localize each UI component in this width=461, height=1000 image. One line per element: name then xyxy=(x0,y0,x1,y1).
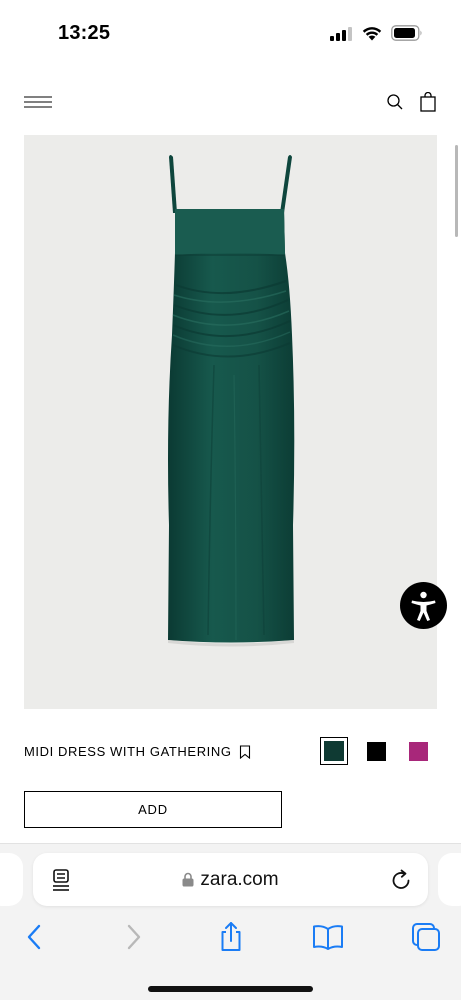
back-arrow-icon[interactable] xyxy=(19,920,53,954)
hamburger-menu-icon[interactable] xyxy=(24,95,52,109)
search-icon[interactable] xyxy=(386,93,404,111)
wifi-icon xyxy=(362,27,382,41)
swatch-fill xyxy=(324,741,344,761)
accessibility-button[interactable] xyxy=(400,582,447,629)
address-bar[interactable]: zara.com xyxy=(33,853,428,906)
tabs-overview-icon[interactable] xyxy=(409,920,443,954)
browser-toolbar: zara.com xyxy=(0,843,461,1000)
status-bar: 13:25 xyxy=(0,0,461,66)
browser-nav-row xyxy=(0,920,461,954)
url-display: zara.com xyxy=(33,853,428,906)
status-time: 13:25 xyxy=(58,22,111,44)
add-to-cart-button[interactable]: ADD xyxy=(24,791,282,828)
scroll-indicator[interactable] xyxy=(455,145,458,237)
shopping-bag-icon[interactable] xyxy=(419,92,437,112)
product-name: MIDI DRESS WITH GATHERING xyxy=(24,744,232,759)
color-swatch-magenta[interactable] xyxy=(409,742,428,761)
color-swatch-black[interactable] xyxy=(367,742,386,761)
accessibility-icon xyxy=(411,591,436,621)
lock-icon xyxy=(182,872,194,887)
bookmark-icon[interactable] xyxy=(239,745,251,759)
site-header xyxy=(0,80,461,124)
home-indicator xyxy=(148,986,313,992)
url-text: zara.com xyxy=(200,868,279,890)
cellular-signal-icon xyxy=(330,27,352,41)
previous-tab-preview[interactable] xyxy=(0,853,23,906)
forward-arrow-icon[interactable] xyxy=(117,920,151,954)
bookmarks-book-icon[interactable] xyxy=(311,920,345,954)
product-image[interactable] xyxy=(24,135,437,709)
reload-icon[interactable] xyxy=(390,869,412,891)
dress-illustration xyxy=(168,155,295,647)
battery-icon xyxy=(391,25,422,41)
color-swatch-dark-green[interactable] xyxy=(320,737,348,765)
share-icon[interactable] xyxy=(214,920,248,954)
next-tab-preview[interactable] xyxy=(438,853,461,906)
